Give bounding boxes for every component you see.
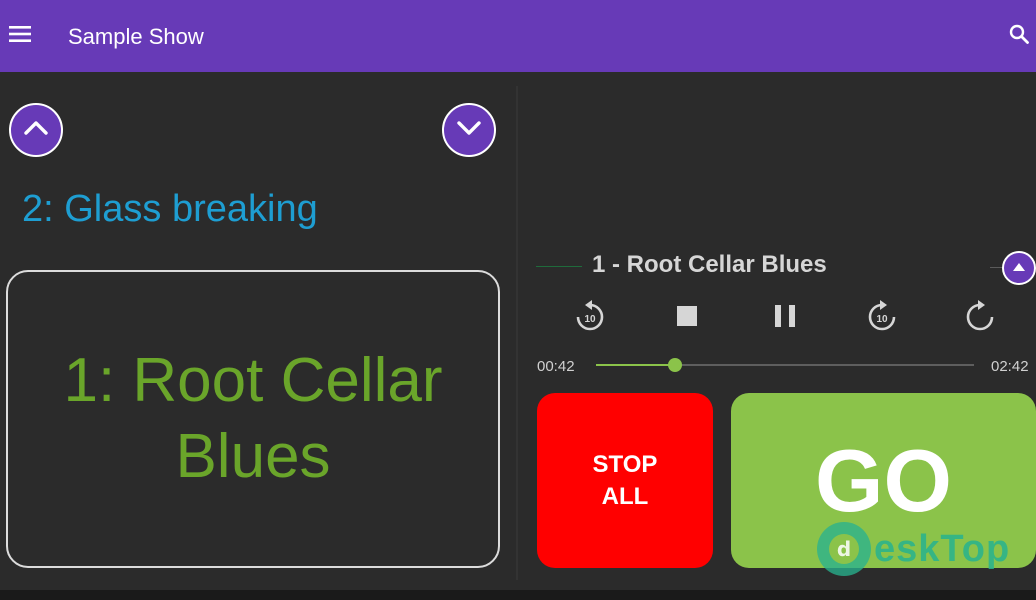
- seek-thumb[interactable]: [668, 358, 682, 372]
- current-cue-label: 1: Root Cellar Blues: [63, 346, 443, 491]
- watermark-text: eskTop: [874, 527, 1011, 570]
- stop-all-label: STOP ALL: [592, 450, 658, 510]
- bottom-strip: [0, 590, 1036, 600]
- loop-button[interactable]: [960, 298, 1000, 338]
- stop-all-button[interactable]: STOP ALL: [537, 393, 713, 568]
- watermark-logo: d: [817, 522, 871, 576]
- elapsed-time: 00:42: [537, 358, 575, 375]
- watermark: d eskTop: [814, 516, 1010, 582]
- search-button[interactable]: [1002, 18, 1036, 54]
- forward-10-button[interactable]: 10: [862, 298, 902, 338]
- app-bar: Sample Show: [0, 0, 1036, 72]
- total-time: 02:42: [991, 358, 1029, 375]
- stop-icon: [676, 305, 698, 332]
- next-cue-button[interactable]: [442, 103, 496, 157]
- menu-icon: [9, 25, 31, 47]
- panel-divider: [516, 86, 518, 580]
- replay-10-button[interactable]: 10: [570, 298, 610, 338]
- replay-10-icon: 10: [574, 299, 606, 338]
- stop-button[interactable]: [667, 298, 707, 338]
- chevron-up-icon: [23, 120, 49, 141]
- forward-10-icon: 10: [866, 299, 898, 338]
- seek-progress: [596, 364, 675, 366]
- pause-button[interactable]: [765, 298, 805, 338]
- loop-icon: [964, 299, 996, 338]
- search-icon: [1009, 24, 1029, 49]
- svg-text:d: d: [837, 537, 851, 561]
- triangle-up-icon: [1012, 259, 1026, 277]
- replay-10-label: 10: [584, 314, 596, 325]
- forward-10-label: 10: [876, 314, 888, 325]
- seek-bar[interactable]: [596, 358, 974, 372]
- track-title-rule: [536, 266, 582, 267]
- current-cue-card[interactable]: 1: Root Cellar Blues: [6, 270, 500, 568]
- app-title: Sample Show: [68, 24, 204, 49]
- menu-button[interactable]: [0, 14, 40, 58]
- chevron-down-icon: [456, 120, 482, 141]
- next-cue-label[interactable]: 2: Glass breaking: [22, 186, 318, 232]
- pause-icon: [774, 304, 796, 333]
- expand-player-button[interactable]: [1002, 251, 1036, 285]
- track-title: 1 - Root Cellar Blues: [592, 251, 827, 278]
- previous-cue-button[interactable]: [9, 103, 63, 157]
